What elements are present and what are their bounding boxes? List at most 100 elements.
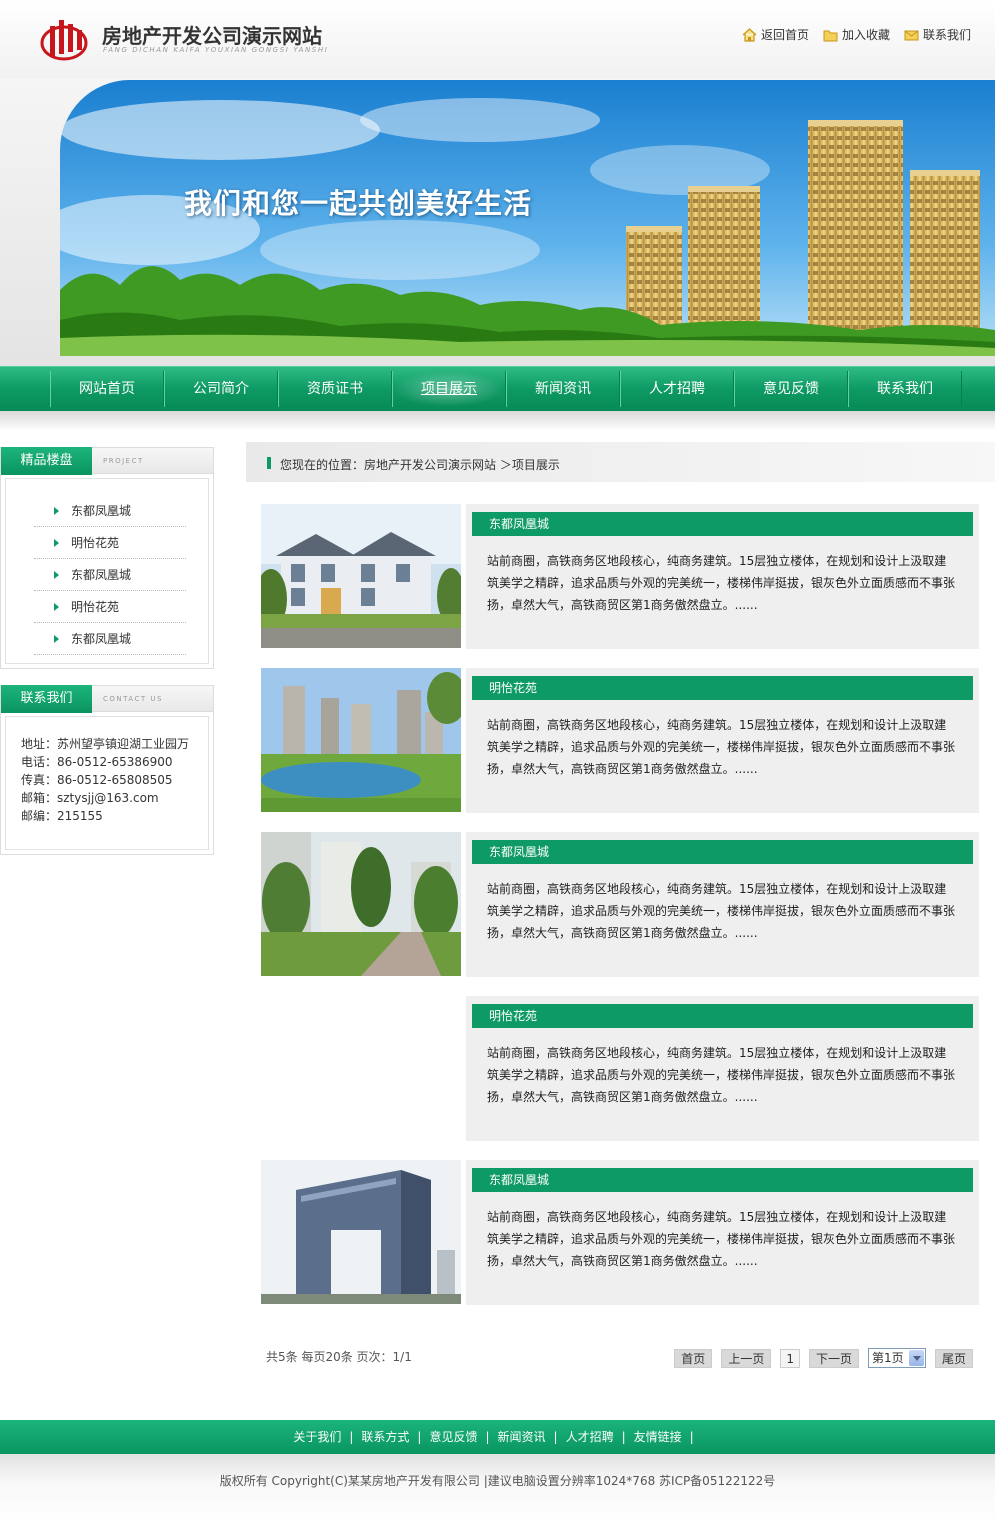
villa-photo[interactable] — [261, 504, 461, 648]
breadcrumb-text[interactable]: 您现在的位置：房地产开发公司演示网站 ＞项目展示 — [280, 456, 560, 473]
top-link-home[interactable]: 返回首页 — [742, 26, 809, 43]
footer-separator: | — [689, 1430, 694, 1444]
nav-item-projects[interactable]: 项目展示 — [392, 371, 506, 407]
footer-separator: | — [621, 1430, 626, 1444]
pager: 首页 上一页 1 下一页 第1页 尾页 — [674, 1348, 973, 1368]
project-title[interactable]: 东都凤凰城 — [472, 840, 973, 864]
nav-item-certificates[interactable]: 资质证书 — [278, 371, 392, 407]
footer-link-contact-info[interactable]: 联系方式 — [361, 1430, 409, 1444]
bullet-triangle-icon — [54, 506, 59, 515]
sidebar-project-label: 明怡花苑 — [71, 536, 120, 550]
nav-item-contact[interactable]: 联系我们 — [848, 371, 962, 407]
pager-last-button[interactable]: 尾页 — [934, 1348, 973, 1368]
garden-path-photo[interactable] — [261, 832, 461, 976]
footer-separator: | — [553, 1430, 558, 1444]
top-links: 返回首页 加入收藏 联系我们 — [742, 26, 971, 43]
top-link-label: 返回首页 — [760, 28, 809, 42]
sidebar-project-label: 东都凤凰城 — [71, 632, 132, 646]
project-panel: 东都凤凰城 站前商圈，高铁商务区地段核心，纯商务建筑。15层独立楼体，在规划和设… — [466, 1160, 979, 1305]
top-link-contact[interactable]: 联系我们 — [904, 26, 971, 43]
footer-separator: | — [417, 1430, 422, 1444]
footer-link-friends[interactable]: 友情链接 — [634, 1430, 682, 1444]
project-item: 东都凤凰城 站前商圈，高铁商务区地段核心，纯商务建筑。15层独立楼体，在规划和设… — [261, 1160, 979, 1305]
chevron-down-icon — [908, 1350, 924, 1366]
project-item: 明怡花苑 站前商圈，高铁商务区地段核心，纯商务建筑。15层独立楼体，在规划和设计… — [261, 668, 979, 813]
project-item: 明怡花苑 站前商圈，高铁商务区地段核心，纯商务建筑。15层独立楼体，在规划和设计… — [261, 996, 979, 1141]
home-icon — [742, 27, 757, 42]
pager-page-select[interactable]: 第1页 — [867, 1348, 926, 1368]
footer-link-feedback[interactable]: 意见反馈 — [429, 1430, 477, 1444]
nav-item-about[interactable]: 公司简介 — [164, 371, 278, 407]
sidebar-project-label: 东都凤凰城 — [71, 504, 132, 518]
sidebar-project-link[interactable]: 明怡花苑 — [34, 527, 186, 559]
project-panel: 明怡花苑 站前商圈，高铁商务区地段核心，纯商务建筑。15层独立楼体，在规划和设计… — [466, 996, 979, 1141]
pager-current-page[interactable]: 1 — [780, 1348, 800, 1368]
sidebar-contact-title: 联系我们 — [1, 685, 92, 713]
contact-phone: 电话：86-0512-65386900 — [21, 755, 173, 769]
sidebar-project-link[interactable]: 东都凤凰城 — [34, 623, 186, 655]
lake-towers-photo[interactable] — [261, 668, 461, 812]
nav-item-home[interactable]: 网站首页 — [50, 371, 164, 407]
project-description: 站前商圈，高铁商务区地段核心，纯商务建筑。15层独立楼体，在规划和设计上汲取建筑… — [487, 882, 956, 940]
project-title[interactable]: 东都凤凰城 — [472, 1168, 973, 1192]
footer-link-news[interactable]: 新闻资讯 — [498, 1430, 546, 1444]
pager-next-button[interactable]: 下一页 — [808, 1348, 859, 1368]
main-nav: 网站首页 公司简介 资质证书 项目展示 新闻资讯 人才招聘 意见反馈 联系我们 — [0, 366, 995, 411]
sidebar-projects-box: 精品楼盘 PROJECT 东都凤凰城 明怡花苑 东都凤凰城 明怡花苑 东都凤凰城 — [0, 447, 214, 669]
project-panel: 东都凤凰城 站前商圈，高铁商务区地段核心，纯商务建筑。15层独立楼体，在规划和设… — [466, 832, 979, 977]
sidebar-contact-box: 联系我们 CONTACT US 地址：苏州望亭镇迎湖工业园万 电话：86-051… — [0, 685, 214, 855]
nav-shadow — [0, 411, 995, 431]
project-item: 东都凤凰城 站前商圈，高铁商务区地段核心，纯商务建筑。15层独立楼体，在规划和设… — [261, 504, 979, 649]
contact-address: 地址：苏州望亭镇迎湖工业园万 — [21, 737, 190, 751]
header: 房地产开发公司演示网站 FANG DICHAN KAIFA YOUXIAN GO… — [0, 0, 995, 78]
breadcrumb: 您现在的位置：房地产开发公司演示网站 ＞项目展示 — [246, 442, 995, 482]
bullet-triangle-icon — [54, 538, 59, 547]
project-description: 站前商圈，高铁商务区地段核心，纯商务建筑。15层独立楼体，在规划和设计上汲取建筑… — [487, 554, 956, 612]
project-description: 站前商圈，高铁商务区地段核心，纯商务建筑。15层独立楼体，在规划和设计上汲取建筑… — [487, 718, 956, 776]
banner-slogan: 我们和您一起共创美好生活 — [184, 187, 533, 220]
top-link-favorite[interactable]: 加入收藏 — [823, 26, 890, 43]
pager-select-value: 第1页 — [871, 1351, 904, 1365]
sidebar-project-link[interactable]: 东都凤凰城 — [34, 495, 186, 527]
project-item: 东都凤凰城 站前商圈，高铁商务区地段核心，纯商务建筑。15层独立楼体，在规划和设… — [261, 832, 979, 977]
contact-email: 邮箱：sztysjj@163.com — [21, 791, 159, 805]
project-panel: 明怡花苑 站前商圈，高铁商务区地段核心，纯商务建筑。15层独立楼体，在规划和设计… — [466, 668, 979, 813]
logo-icon[interactable] — [40, 16, 90, 62]
bullet-triangle-icon — [54, 634, 59, 643]
pager-first-button[interactable]: 首页 — [674, 1348, 713, 1368]
project-title[interactable]: 明怡花苑 — [472, 1004, 973, 1028]
project-panel: 东都凤凰城 站前商圈，高铁商务区地段核心，纯商务建筑。15层独立楼体，在规划和设… — [466, 504, 979, 649]
pager-info: 共5条 每页20条 页次：1/1 — [266, 1350, 412, 1364]
mail-icon — [904, 30, 919, 40]
footer-background — [0, 1454, 995, 1525]
nav-item-feedback[interactable]: 意见反馈 — [734, 371, 848, 407]
sidebar-projects-title: 精品楼盘 — [1, 447, 92, 475]
project-title[interactable]: 东都凤凰城 — [472, 512, 973, 536]
bullet-triangle-icon — [54, 570, 59, 579]
nav-item-news[interactable]: 新闻资讯 — [506, 371, 620, 407]
sidebar-projects-title-en: PROJECT — [103, 457, 144, 465]
nav-item-jobs[interactable]: 人才招聘 — [620, 371, 734, 407]
sidebar-project-link[interactable]: 明怡花苑 — [34, 591, 186, 623]
contact-fax: 传真：86-0512-65808505 — [21, 773, 173, 787]
footer-separator: | — [349, 1430, 354, 1444]
breadcrumb-marker — [267, 457, 271, 469]
site-title: 房地产开发公司演示网站 — [102, 24, 322, 48]
footer-nav: 关于我们 | 联系方式 | 意见反馈 | 新闻资讯 | 人才招聘 | 友情链接 | — [0, 1420, 995, 1454]
sidebar-project-label: 东都凤凰城 — [71, 568, 132, 582]
bullet-triangle-icon — [54, 602, 59, 611]
contact-zip: 邮编：215155 — [21, 809, 103, 823]
project-description: 站前商圈，高铁商务区地段核心，纯商务建筑。15层独立楼体，在规划和设计上汲取建筑… — [487, 1210, 956, 1268]
office-arch-photo[interactable] — [261, 1160, 461, 1304]
site-subtitle: FANG DICHAN KAIFA YOUXIAN GONGSI YANSHI — [103, 46, 329, 54]
sidebar-project-link[interactable]: 东都凤凰城 — [34, 559, 186, 591]
footer-separator: | — [485, 1430, 490, 1444]
top-link-label: 联系我们 — [922, 28, 971, 42]
footer-link-about[interactable]: 关于我们 — [293, 1430, 341, 1444]
project-title[interactable]: 明怡花苑 — [472, 676, 973, 700]
sidebar-contact-title-en: CONTACT US — [103, 695, 163, 703]
banner: 我们和您一起共创美好生活 — [0, 78, 995, 366]
pager-prev-button[interactable]: 上一页 — [721, 1348, 772, 1368]
top-link-label: 加入收藏 — [841, 28, 890, 42]
footer-link-jobs[interactable]: 人才招聘 — [566, 1430, 614, 1444]
